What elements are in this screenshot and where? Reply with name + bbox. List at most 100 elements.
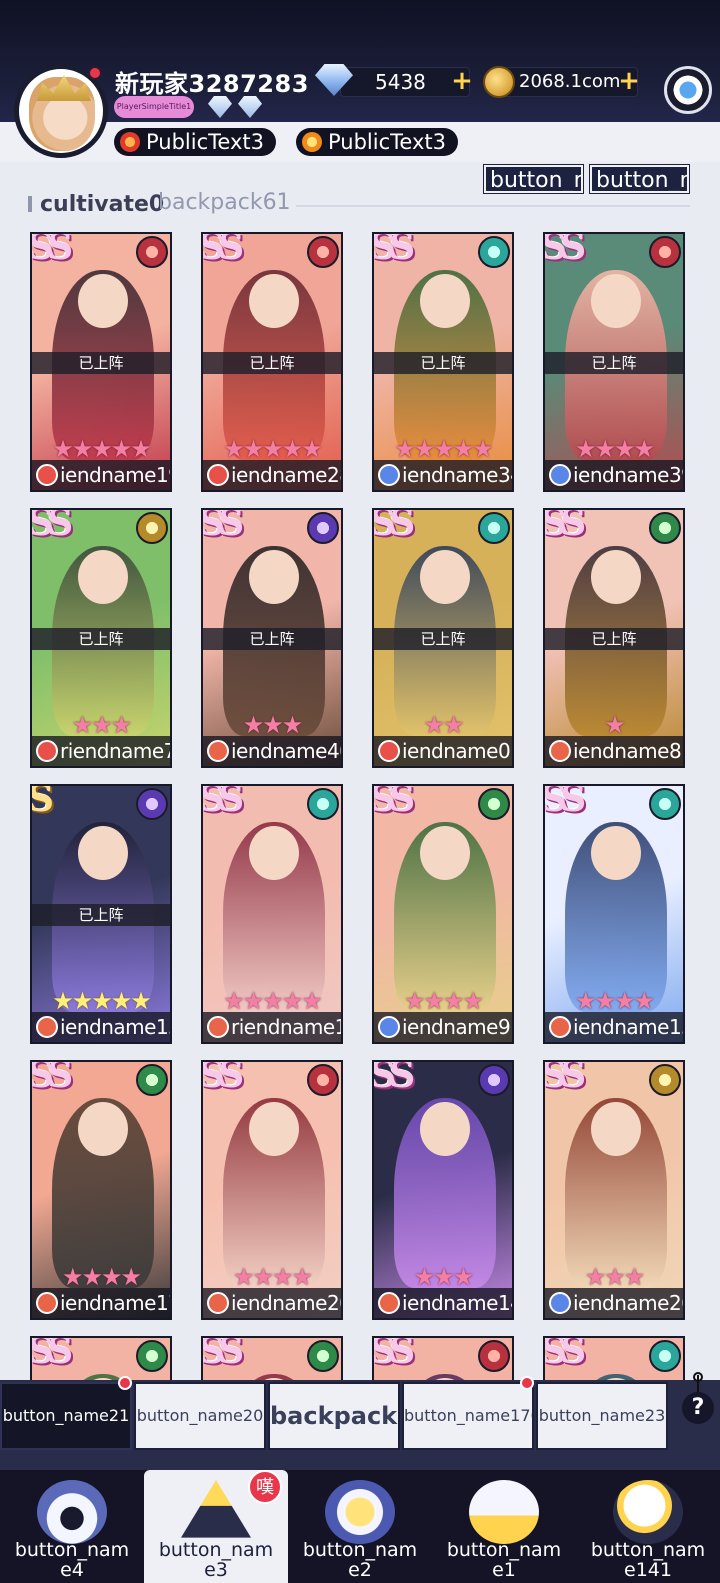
settings-gear-icon[interactable] xyxy=(664,66,712,114)
hero-card[interactable]: SS xyxy=(201,1336,343,1380)
hero-card[interactable]: SS xyxy=(543,1336,685,1380)
help-question-icon[interactable]: ? xyxy=(682,1392,714,1424)
hero-name-bar: iendname26 xyxy=(545,1288,683,1318)
nav-tab[interactable]: button_name1 xyxy=(432,1470,576,1583)
add-gold-button[interactable]: + xyxy=(618,68,640,94)
hero-card[interactable]: SS 已上阵 ★★★★★ iendname19 xyxy=(30,232,172,492)
hero-name-bar: iendname15 xyxy=(32,1012,170,1042)
hero-head xyxy=(591,550,641,604)
grade-badge: SS xyxy=(372,232,415,268)
hero-card[interactable]: SS xyxy=(30,1336,172,1380)
sword-class-icon xyxy=(549,1016,571,1038)
star-triangle-icon xyxy=(181,1480,251,1538)
nav-tab[interactable]: button_name141 xyxy=(576,1470,720,1583)
hero-card[interactable]: SS 已上阵 ★ iendname8 xyxy=(543,508,685,768)
star-rating: ★★★★★ xyxy=(223,435,323,463)
hero-name-bar: iendname39 xyxy=(545,460,683,490)
notification-dot xyxy=(88,66,102,80)
hero-head xyxy=(420,550,470,604)
hero-card[interactable]: SS 已上阵 ★★ iendname0 xyxy=(372,508,514,768)
grade-badge: SS xyxy=(201,508,244,544)
hero-card[interactable]: SS ★★★★ iendname9 xyxy=(372,784,514,1044)
flame-icon xyxy=(120,132,140,152)
sword-class-icon xyxy=(36,1016,58,1038)
grade-badge: SS xyxy=(30,1336,73,1372)
heart-class-icon xyxy=(378,464,400,486)
hero-name-bar: iendname40 xyxy=(203,736,341,766)
star-rating: ★★★★ xyxy=(574,435,655,463)
notification-dot xyxy=(118,1376,132,1390)
grade-badge: SS xyxy=(372,784,415,820)
hero-name: iendname17 xyxy=(60,1291,170,1315)
hero-card[interactable]: SS ★★★ iendname14 xyxy=(372,1060,514,1320)
star-rating: ★★★★ xyxy=(61,1263,142,1291)
deployed-label: 已上阵 xyxy=(374,352,512,374)
hero-card[interactable]: SS 已上阵 ★★★★ iendname39 xyxy=(543,232,685,492)
hero-name: iendname15 xyxy=(60,1015,170,1039)
grade-badge: SS xyxy=(201,232,244,268)
hero-name: iendname34 xyxy=(402,463,512,487)
grade-badge: SS xyxy=(543,508,586,544)
grade-badge: SS xyxy=(543,232,586,268)
filter-tab[interactable]: backpack3 xyxy=(268,1382,400,1450)
hero-card[interactable]: SS 已上阵 ★★★★★ iendname34 xyxy=(372,232,514,492)
hero-name: iendname19 xyxy=(60,463,170,487)
hero-card[interactable]: SS 已上阵 ★★★★★ iendname28 xyxy=(201,232,343,492)
hero-card[interactable]: SS 已上阵 ★★★ iendname40 xyxy=(201,508,343,768)
hero-name-bar: iendname9 xyxy=(374,1012,512,1042)
deployed-label: 已上阵 xyxy=(545,628,683,650)
hero-card[interactable]: SS xyxy=(372,1336,514,1380)
filter-tab[interactable]: button_name21 xyxy=(0,1382,132,1450)
top-header xyxy=(0,0,720,122)
public-text-2: PublicText3 xyxy=(328,130,446,154)
star-rating: ★★★★★ xyxy=(223,987,323,1015)
nav-label: button_name3 xyxy=(158,1539,274,1581)
nav-tab[interactable]: button_name4 xyxy=(0,1470,144,1583)
sword-class-icon xyxy=(549,740,571,762)
grade-badge: SS xyxy=(543,1336,586,1372)
star-rating: ★★★ xyxy=(413,1263,475,1291)
castle-icon xyxy=(37,1480,107,1544)
hero-card[interactable]: SS 已上阵 ★★★ riendname7 xyxy=(30,508,172,768)
filter-tab[interactable]: button_name23 xyxy=(536,1382,668,1450)
fire-element-icon xyxy=(649,236,681,268)
filter-tab[interactable]: button_name176 xyxy=(402,1382,534,1450)
star-rating: ★★★★ xyxy=(232,1263,313,1291)
hero-card[interactable]: S 已上阵 ★★★★★ iendname15 xyxy=(30,784,172,1044)
star-rating: ★★★★ xyxy=(403,987,484,1015)
deployed-label: 已上阵 xyxy=(374,628,512,650)
hero-name-bar: iendname34 xyxy=(374,460,512,490)
earth-element-icon xyxy=(478,788,510,820)
ghost-plane-icon xyxy=(613,1480,683,1544)
grade-badge: SS xyxy=(372,1060,415,1096)
deployed-label: 已上阵 xyxy=(203,352,341,374)
earth-element-icon xyxy=(649,512,681,544)
hero-name-bar: iendname19 xyxy=(32,460,170,490)
filter-tab[interactable]: button_name20 xyxy=(134,1382,266,1450)
add-diamond-button[interactable]: + xyxy=(451,68,473,94)
hero-card[interactable]: SS ★★★★ iendname17 xyxy=(30,1060,172,1320)
hero-name-bar: iendname20 xyxy=(203,1288,341,1318)
star-rating: ★★★★★ xyxy=(394,435,494,463)
nav-tab[interactable]: button_name2 xyxy=(288,1470,432,1583)
fire-element-icon xyxy=(478,1340,510,1372)
star-rating: ★★★★ xyxy=(574,987,655,1015)
public-text-pill-2[interactable]: PublicText3 xyxy=(296,128,458,156)
top-action-button-2[interactable]: button_n xyxy=(589,164,690,194)
grade-badge: SS xyxy=(201,1060,244,1096)
public-text-pill-1[interactable]: PublicText3 xyxy=(114,128,276,156)
hero-card[interactable]: SS ★★★★ iendname20 xyxy=(201,1060,343,1320)
grade-badge: SS xyxy=(201,784,244,820)
hero-card[interactable]: SS ★★★★ iendname13 xyxy=(543,784,685,1044)
dark-element-icon xyxy=(307,512,339,544)
hero-card[interactable]: SS ★★★★★ riendname1 xyxy=(201,784,343,1044)
heart-class-icon xyxy=(549,464,571,486)
wind-element-icon xyxy=(478,512,510,544)
top-action-button-1[interactable]: button_n xyxy=(483,164,584,194)
player-title-badge[interactable]: PlayerSimpleTitle1 xyxy=(114,96,194,118)
hero-name: iendname39 xyxy=(573,463,683,487)
grade-badge: SS xyxy=(30,232,73,268)
nav-tab[interactable]: button_name3 嘆 xyxy=(144,1470,288,1583)
diamond-amount: 5438 xyxy=(375,70,426,94)
hero-card[interactable]: SS ★★★ iendname26 xyxy=(543,1060,685,1320)
